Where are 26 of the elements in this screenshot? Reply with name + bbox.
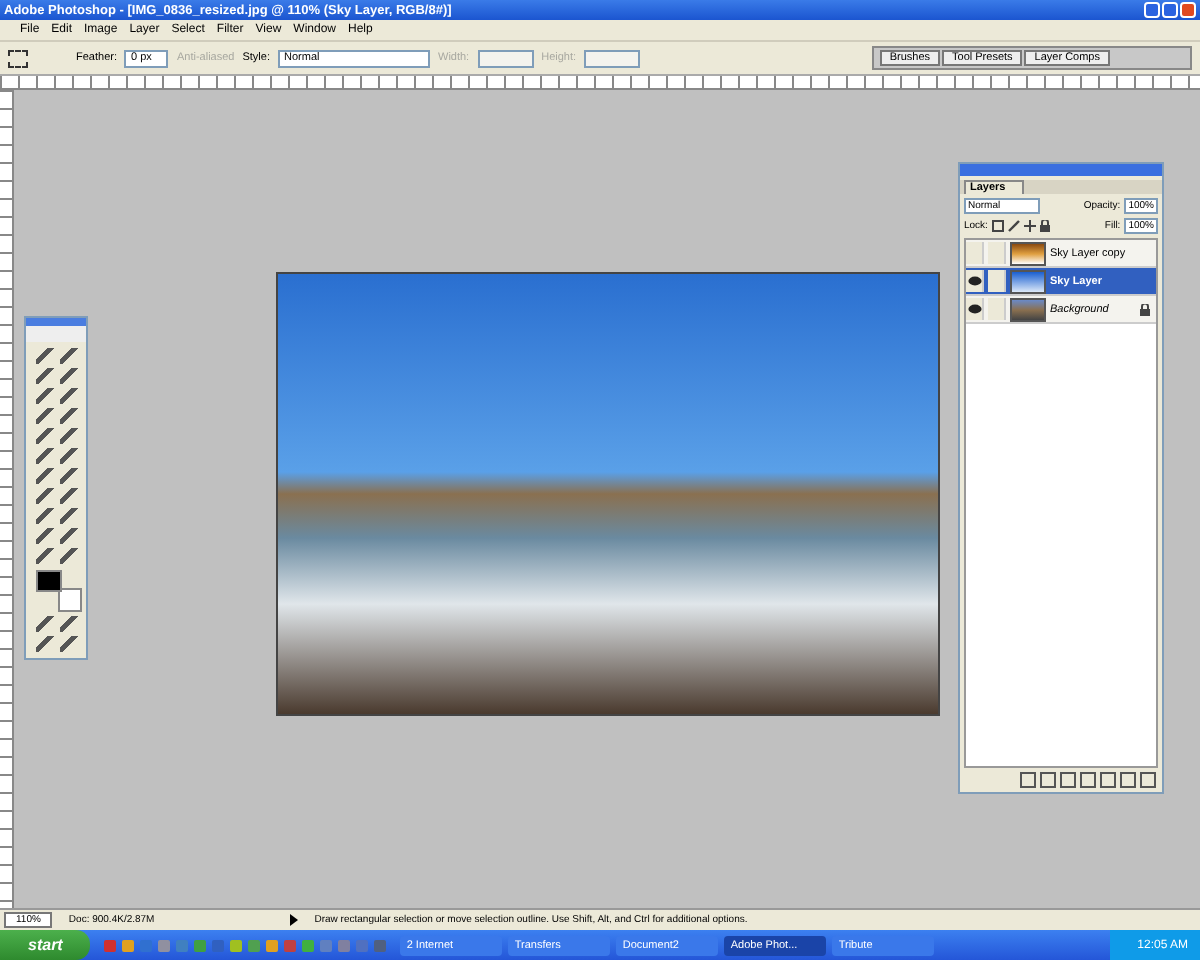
eye-icon: [967, 304, 981, 314]
visibility-toggle[interactable]: [966, 242, 984, 264]
link-toggle[interactable]: [988, 298, 1006, 320]
link-toggle[interactable]: [988, 270, 1006, 292]
marquee-tool-icon[interactable]: [8, 49, 28, 67]
layer-thumbnail: [1010, 297, 1046, 321]
move-icon[interactable]: [1023, 220, 1036, 232]
square-icon[interactable]: [991, 220, 1004, 232]
lock-icon[interactable]: [1039, 220, 1050, 232]
link-toggle[interactable]: [988, 242, 1006, 264]
toolbox-header: [26, 318, 86, 342]
foreground-color-swatch[interactable]: [36, 570, 62, 592]
layer-thumbnail: [1010, 241, 1046, 265]
close-button[interactable]: [1180, 2, 1196, 18]
brush-icon[interactable]: [1007, 220, 1020, 232]
eye-icon: [967, 276, 981, 286]
visibility-toggle[interactable]: [966, 298, 984, 320]
height-field[interactable]: [584, 49, 641, 67]
layer-thumbnail: [1010, 269, 1046, 293]
lock-icon: [1140, 303, 1150, 315]
width-field[interactable]: [477, 49, 534, 67]
maximize-button[interactable]: [1162, 2, 1178, 18]
minimize-button[interactable]: [1144, 2, 1160, 18]
play-icon[interactable]: [290, 914, 299, 926]
visibility-toggle[interactable]: [966, 270, 984, 292]
background-color-swatch[interactable]: [58, 588, 82, 612]
